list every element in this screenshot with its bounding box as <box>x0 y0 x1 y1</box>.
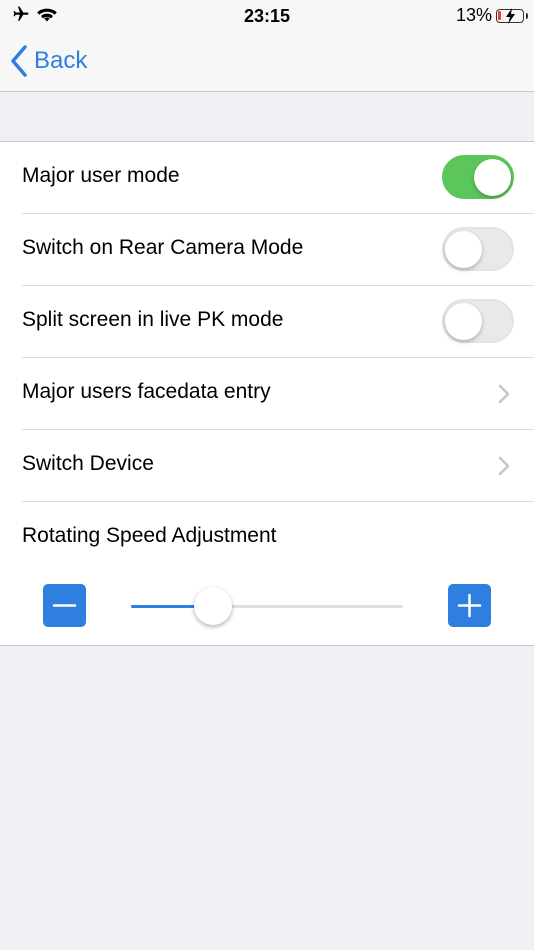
setting-label: Major users facedata entry <box>22 380 271 403</box>
toggle-knob <box>445 231 482 268</box>
battery-level-fill <box>498 10 501 20</box>
battery-percent: 13% <box>455 5 492 25</box>
setting-row-major-user-mode: Major user mode <box>22 142 534 214</box>
setting-row-split-screen-pk: Split screen in live PK mode <box>22 286 534 358</box>
major-user-mode-toggle[interactable] <box>442 155 514 199</box>
status-time: 23:15 <box>243 6 291 26</box>
back-button[interactable]: Back <box>10 44 87 78</box>
charging-bolt-icon <box>506 7 515 24</box>
toggle-knob <box>474 159 511 196</box>
setting-row-switch-device[interactable]: Switch Device <box>22 430 534 502</box>
setting-row-rotating-speed: Rotating Speed Adjustment <box>22 502 534 573</box>
split-screen-pk-toggle[interactable] <box>442 299 514 343</box>
back-label: Back <box>34 47 88 74</box>
decrease-speed-button[interactable] <box>43 584 86 627</box>
chevron-left-icon <box>11 45 27 77</box>
toggle-knob <box>445 303 482 340</box>
status-right-icons: 13% <box>455 5 528 26</box>
chevron-right-icon <box>498 456 510 476</box>
rear-camera-mode-toggle[interactable] <box>442 227 514 271</box>
settings-group: Major user mode Switch on Rear Camera Mo… <box>0 141 534 646</box>
minus-icon <box>52 604 77 607</box>
settings-screen: 23:15 13% Back Major user mode Switch on… <box>0 0 534 950</box>
setting-label: Major user mode <box>22 164 180 187</box>
chevron-right-icon <box>498 384 510 404</box>
plus-icon <box>457 593 482 618</box>
setting-row-rear-camera-mode: Switch on Rear Camera Mode <box>22 214 534 286</box>
navigation-bar: Back <box>0 32 534 92</box>
setting-row-facedata-entry[interactable]: Major users facedata entry <box>22 358 534 430</box>
status-bar: 23:15 13% <box>0 0 534 32</box>
setting-label: Switch on Rear Camera Mode <box>22 236 304 259</box>
rotating-speed-slider[interactable] <box>131 587 403 625</box>
increase-speed-button[interactable] <box>448 584 491 627</box>
setting-label: Split screen in live PK mode <box>22 308 284 331</box>
battery-icon <box>496 7 528 24</box>
rotating-speed-label: Rotating Speed Adjustment <box>22 524 277 547</box>
setting-label: Switch Device <box>22 452 154 475</box>
slider-thumb[interactable] <box>194 587 232 625</box>
rotating-speed-control <box>0 573 534 645</box>
